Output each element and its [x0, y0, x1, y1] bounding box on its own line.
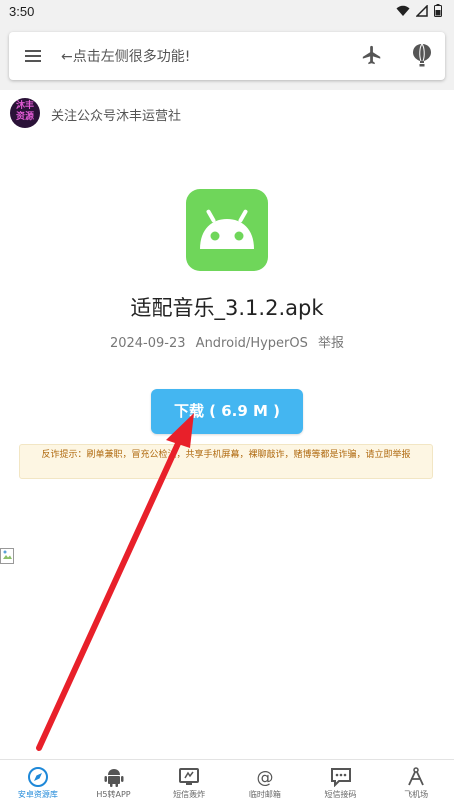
nav-item-sms-bomb[interactable]: 短信轰炸: [151, 760, 227, 807]
compass-icon: [27, 767, 48, 787]
status-bar: 3:50: [0, 0, 454, 26]
nav-item-h5-to-app[interactable]: H5转APP: [76, 760, 152, 807]
notice-logo: 沐丰资源: [10, 98, 40, 128]
android-head-icon: [200, 209, 254, 249]
menu-icon[interactable]: [23, 46, 43, 66]
app-platform: Android/HyperOS: [195, 336, 308, 351]
battery-icon: [434, 4, 442, 17]
status-icons: [396, 4, 442, 17]
notice-row[interactable]: 沐丰资源 关注公众号沐丰运营社: [0, 96, 454, 130]
nav-label: 短信轰炸: [173, 790, 206, 799]
nav-item-sms-receive[interactable]: 短信接码: [303, 760, 379, 807]
download-button[interactable]: 下载 ( 6.9 M ): [151, 389, 303, 434]
notice-text: 关注公众号沐丰运营社: [51, 109, 182, 124]
message-icon: [330, 768, 351, 787]
screen: 3:50 ←点击左侧很多功能! 沐丰资源 关注公众号沐丰运营社 适配音乐_3.1…: [0, 0, 454, 807]
signal-icon: [416, 4, 428, 17]
compass-draw-icon: [408, 767, 425, 786]
bottom-nav: 安卓资源库 H5转APP 短信轰炸 @ 临时邮箱 短信接码 飞机场: [0, 759, 454, 807]
nav-item-airport[interactable]: 飞机场: [378, 760, 454, 807]
fraud-warning: 反诈提示：刷单兼职，冒充公检法，共享手机屏幕，裸聊敲诈，赌博等都是诈骗，请立即举…: [19, 444, 433, 479]
status-time: 3:50: [9, 4, 35, 19]
monitor-icon: [179, 768, 200, 785]
wifi-icon: [396, 5, 410, 16]
airplane-icon[interactable]: [361, 44, 383, 66]
android-app-icon: [186, 189, 268, 271]
balloon-icon[interactable]: [411, 43, 433, 67]
nav-label: H5转APP: [96, 790, 131, 799]
nav-item-temp-mail[interactable]: @ 临时邮箱: [227, 760, 303, 807]
app-date: 2024-09-23: [109, 336, 186, 351]
svg-text:@: @: [256, 768, 273, 787]
report-link[interactable]: 举报: [318, 336, 344, 351]
nav-label: 临时邮箱: [248, 790, 281, 799]
at-icon: @: [256, 768, 273, 787]
search-bar-container: ←点击左侧很多功能!: [0, 26, 454, 90]
broken-image-icon: [0, 548, 14, 564]
nav-label: 安卓资源库: [17, 790, 58, 799]
app-meta: 2024-09-23 Android/HyperOS 举报: [0, 332, 454, 351]
search-hint-text[interactable]: ←点击左侧很多功能!: [61, 46, 190, 66]
nav-label: 短信接码: [324, 790, 357, 799]
android-icon: [104, 769, 123, 787]
search-bar[interactable]: ←点击左侧很多功能!: [9, 32, 445, 80]
nav-label: 飞机场: [404, 790, 429, 799]
notice-logo-text: 沐丰资源: [15, 101, 34, 122]
app-file-name: 适配音乐_3.1.2.apk: [130, 296, 324, 320]
nav-item-android-resources[interactable]: 安卓资源库: [0, 760, 76, 807]
